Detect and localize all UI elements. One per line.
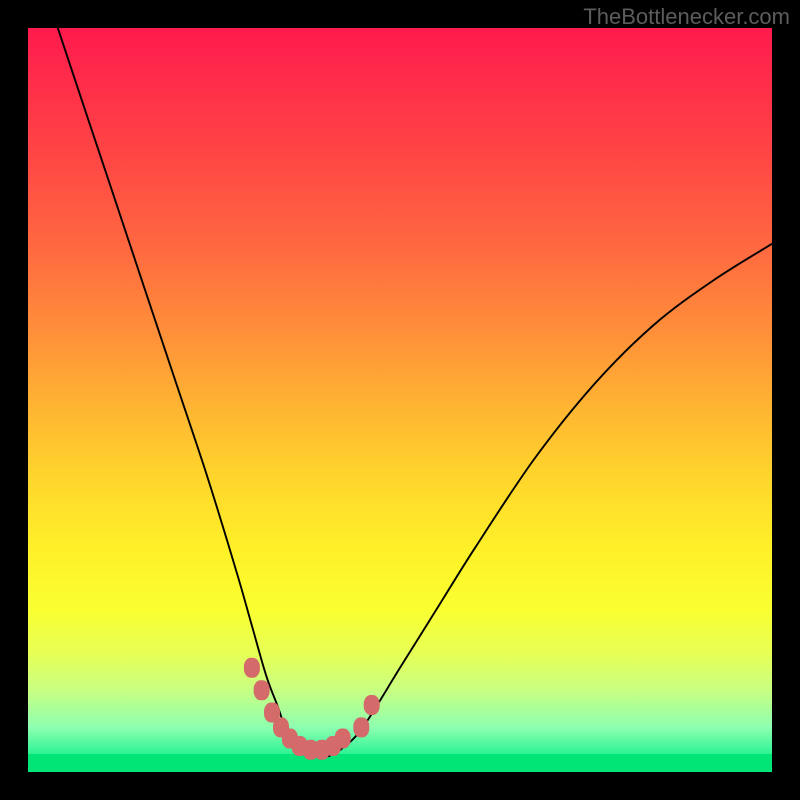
watermark-text: TheBottlenecker.com xyxy=(583,4,790,30)
outer-frame: TheBottlenecker.com xyxy=(0,0,800,800)
plot-area xyxy=(28,28,772,772)
heat-gradient xyxy=(28,28,772,772)
optimal-band xyxy=(28,754,772,772)
